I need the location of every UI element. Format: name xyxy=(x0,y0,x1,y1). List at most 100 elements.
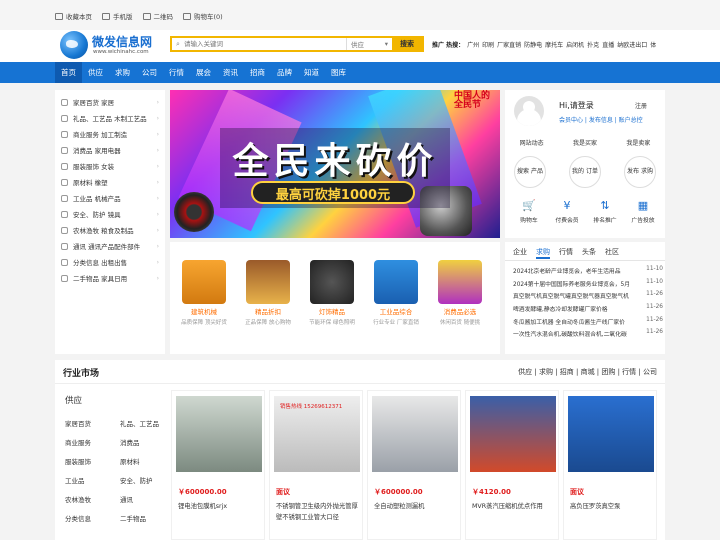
hot-term[interactable]: 直播 xyxy=(602,40,614,49)
news-tab[interactable]: 社区 xyxy=(605,247,619,259)
tab-site-news[interactable]: 网站动态 xyxy=(520,138,544,147)
bookmark-link[interactable]: 收藏本页 xyxy=(55,11,92,21)
product-price: 面议 xyxy=(276,488,290,496)
login-greeting[interactable]: Hi,请登录 xyxy=(559,100,594,111)
product-card[interactable]: 面议 高负压罗茨真空泵 xyxy=(563,390,657,540)
mobile-link[interactable]: 手机版 xyxy=(102,11,133,21)
search-input[interactable] xyxy=(184,38,346,50)
category-item[interactable]: 服装服饰 女装 › xyxy=(61,158,159,174)
site-logo[interactable]: 微发信息网 www.wichinahc.com xyxy=(60,31,160,61)
product-card[interactable]: ￥4120.00 MVR蒸汽压缩机优点作用 xyxy=(465,390,559,540)
chevron-right-icon: › xyxy=(156,146,159,154)
product-item[interactable]: 灯饰精品 节能环保 绿色照明 xyxy=(302,260,362,326)
hot-term[interactable]: 印刷 xyxy=(482,40,494,49)
side-item[interactable]: 二手物品 xyxy=(120,513,170,523)
tab-buyer[interactable]: 我是买家 xyxy=(573,138,597,147)
section-title: 行业市场 xyxy=(63,369,100,379)
chevron-right-icon: › xyxy=(156,226,159,234)
hot-term[interactable]: 扑克 xyxy=(587,40,599,49)
nav-market[interactable]: 行情 xyxy=(163,62,190,83)
nav-supply[interactable]: 供应 xyxy=(82,62,109,83)
search-category-select[interactable]: 供应 ▾ xyxy=(346,38,392,50)
category-item[interactable]: 原材料 橡塑 › xyxy=(61,174,159,190)
hot-term[interactable]: 防静电 xyxy=(524,40,542,49)
category-item[interactable]: 消费品 家用电器 › xyxy=(61,142,159,158)
side-item[interactable]: 通讯 xyxy=(120,494,170,504)
news-tab[interactable]: 行情 xyxy=(559,247,573,259)
chevron-right-icon: › xyxy=(156,162,159,170)
product-card[interactable]: ￥600000.00 全自动塑粒测漏机 xyxy=(367,390,461,540)
search-button[interactable]: 搜索 xyxy=(392,38,422,50)
side-item[interactable]: 工业品 xyxy=(65,475,120,485)
nav-buy[interactable]: 求购 xyxy=(109,62,136,83)
list-item[interactable]: 啤酒发酵罐,静态冷却发酵罐厂家价格 11-26 xyxy=(513,304,663,317)
qrcode-link[interactable]: 二维码 xyxy=(142,11,173,21)
quick-ads[interactable]: ▦ 广告投放 xyxy=(627,199,659,225)
market-tags[interactable]: 供应 | 求购 | 招商 | 商城 | 团购 | 行情 | 公司 xyxy=(518,367,657,377)
register-link[interactable]: 注册 xyxy=(635,101,647,110)
nav-gallery[interactable]: 图库 xyxy=(325,62,352,83)
post-request-button[interactable]: 发布 求购 xyxy=(624,156,656,188)
quick-cart[interactable]: 🛒 购物车 xyxy=(513,200,545,225)
category-icon xyxy=(61,226,68,234)
category-icon xyxy=(61,130,68,138)
avatar xyxy=(514,96,544,126)
list-item[interactable]: 2024北京老龄产业博览会，老年生活用品 11-10 xyxy=(513,266,663,279)
product-card[interactable]: ￥600000.00 锂电池包膜机srjx xyxy=(171,390,265,540)
product-item[interactable]: 消费品必选 休闲百货 随便挑 xyxy=(430,260,490,326)
side-item[interactable]: 商业服务 xyxy=(65,437,120,447)
list-item[interactable]: 一次性汽水混合机,碳酸饮料混合机,二氧化碳 11-26 xyxy=(513,329,663,342)
tab-seller[interactable]: 我是卖家 xyxy=(626,138,650,147)
category-item[interactable]: 工业品 机械产品 › xyxy=(61,190,159,206)
list-item[interactable]: 冬瓜酱加工机器 全自动冬瓜酱生产线厂家价 11-26 xyxy=(513,317,663,330)
member-links[interactable]: 会员中心 | 发布信息 | 账户总控 xyxy=(559,115,643,124)
nav-home[interactable]: 首页 xyxy=(55,62,82,83)
cart-link[interactable]: 购物车(0) xyxy=(183,11,223,21)
category-item[interactable]: 通讯 通讯产品配件部件 › xyxy=(61,238,159,254)
side-item[interactable]: 礼品、工艺品 xyxy=(120,418,170,428)
list-item[interactable]: 真空脱气机真空脱气罐真空脱气器真空脱气机 11-26 xyxy=(513,291,663,304)
banner-stamp-logo: 中国人的 全民节 xyxy=(454,91,491,110)
side-item[interactable]: 消费品 xyxy=(120,437,170,447)
hot-term[interactable]: 纳欧进出口 xyxy=(617,40,647,49)
news-tab[interactable]: 企业 xyxy=(513,247,527,259)
news-tab[interactable]: 头条 xyxy=(582,247,596,259)
nav-news[interactable]: 资讯 xyxy=(217,62,244,83)
product-card[interactable]: 销售热线 15269612371 面议 不锈钢管卫生级内外抛光管厚壁不锈钢工业管… xyxy=(269,390,363,540)
product-item[interactable]: 工业品综合 行业专业 厂家直销 xyxy=(366,260,426,326)
hot-term[interactable]: 广州 xyxy=(467,40,479,49)
side-item[interactable]: 农林渔牧 xyxy=(65,494,120,504)
category-item[interactable]: 家居百货 家居 › xyxy=(61,94,159,110)
category-icon xyxy=(61,258,68,266)
quick-paid-member[interactable]: ¥ 付费会员 xyxy=(551,200,583,225)
quick-ranking[interactable]: ⇅ 排名推广 xyxy=(589,200,621,225)
nav-company[interactable]: 公司 xyxy=(136,62,163,83)
nav-expo[interactable]: 展会 xyxy=(190,62,217,83)
nav-know[interactable]: 知道 xyxy=(298,62,325,83)
category-item[interactable]: 分类信息 出租出售 › xyxy=(61,254,159,270)
category-item[interactable]: 二手物品 家具日用 › xyxy=(61,270,159,286)
grid-icon: ▦ xyxy=(637,199,649,212)
news-tab-active[interactable]: 求购 xyxy=(536,247,550,259)
category-item[interactable]: 礼品、工艺品 木制工艺品 › xyxy=(61,110,159,126)
category-item[interactable]: 安全、防护 镜具 › xyxy=(61,206,159,222)
side-item[interactable]: 家居百货 xyxy=(65,418,120,428)
hot-term[interactable]: 摩托车 xyxy=(545,40,563,49)
category-item[interactable]: 农林渔牧 粮食及制品 › xyxy=(61,222,159,238)
side-item[interactable]: 安全、防护 xyxy=(120,475,170,485)
side-item[interactable]: 服装服饰 xyxy=(65,456,120,466)
hot-term[interactable]: 体 xyxy=(650,40,656,49)
nav-brand[interactable]: 品牌 xyxy=(271,62,298,83)
product-item[interactable]: 精品折扣 正品保障 放心购物 xyxy=(238,260,298,326)
hot-term[interactable]: 厂家直销 xyxy=(497,40,521,49)
side-item[interactable]: 分类信息 xyxy=(65,513,120,523)
nav-invest[interactable]: 招商 xyxy=(244,62,271,83)
my-orders-button[interactable]: 我的 订单 xyxy=(569,156,601,188)
side-item[interactable]: 原材料 xyxy=(120,456,170,466)
product-item[interactable]: 建筑机械 品质保障 顶尖好货 xyxy=(174,260,234,326)
search-product-button[interactable]: 搜索 产品 xyxy=(514,156,546,188)
list-item[interactable]: 2024第十届中国国际养老服务业博览会，5月 11-10 xyxy=(513,279,663,292)
promo-banner[interactable]: 全民来砍价 最高可砍掉1000元 中国人的 全民节 xyxy=(170,90,500,238)
category-item[interactable]: 商业服务 加工制造 › xyxy=(61,126,159,142)
hot-term[interactable]: 启闭机 xyxy=(566,40,584,49)
